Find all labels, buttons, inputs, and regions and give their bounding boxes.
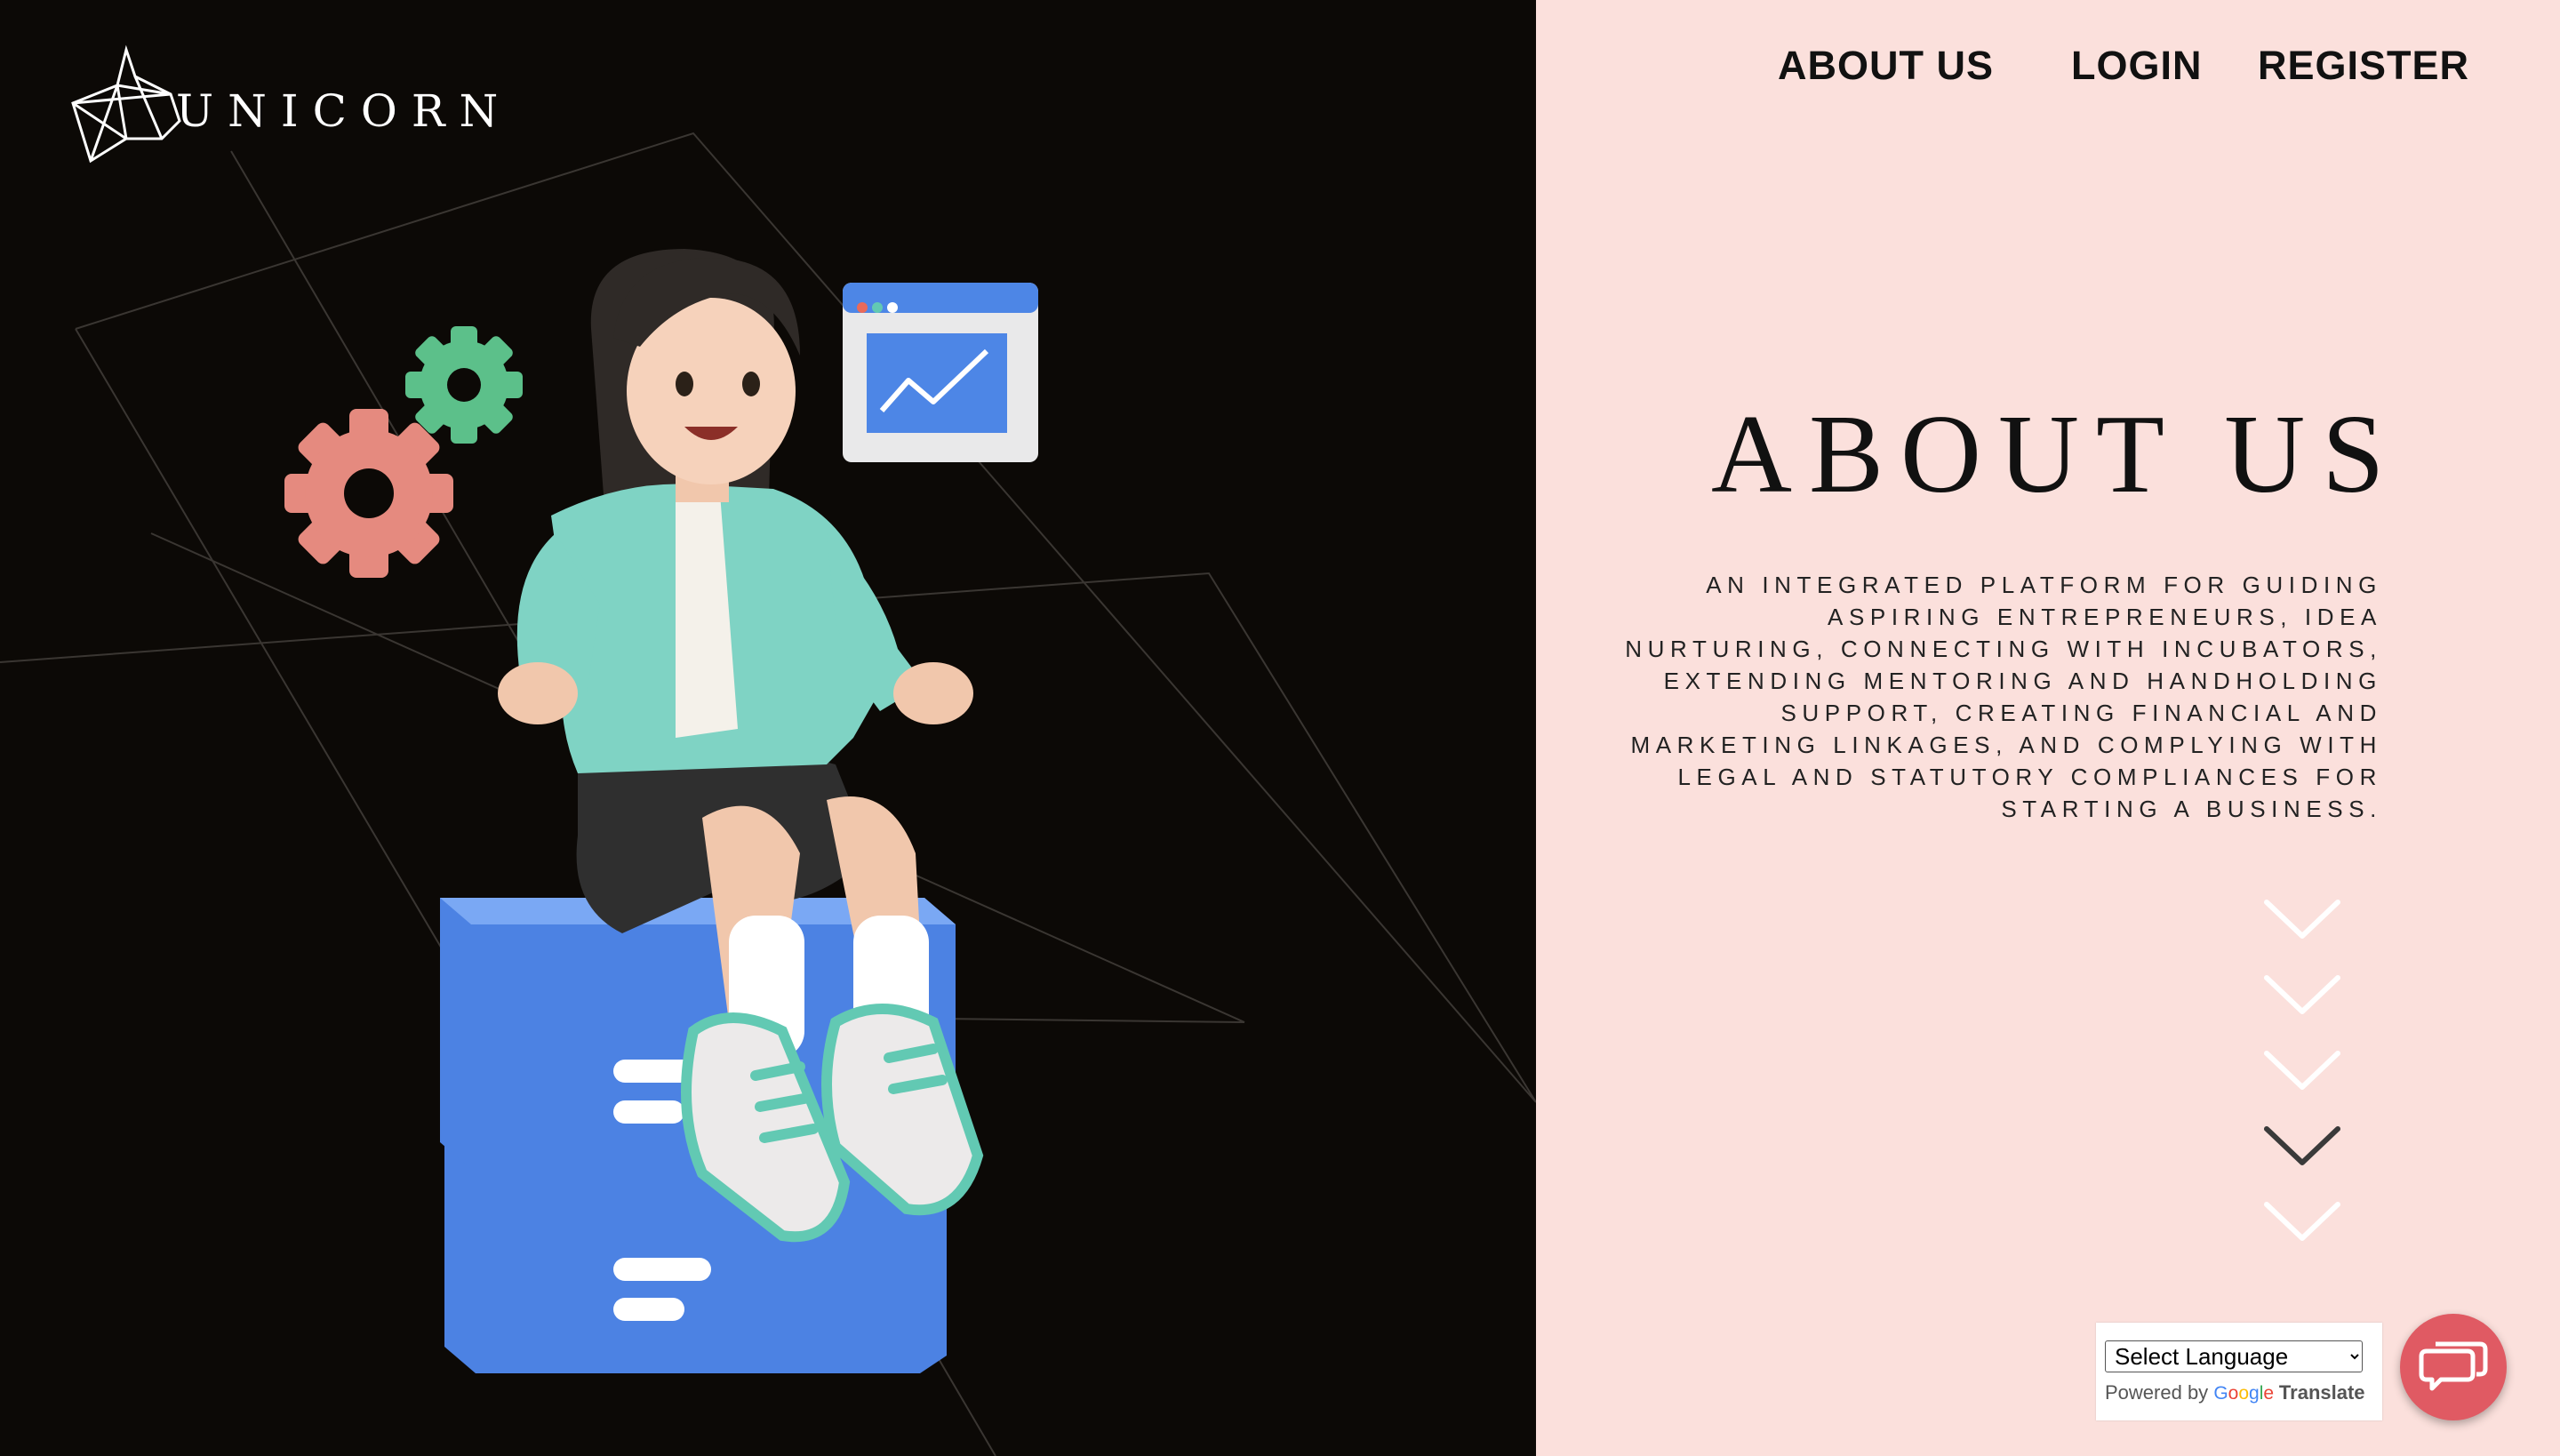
green-gear-icon [405, 326, 523, 444]
pink-gear-icon [284, 409, 453, 578]
nav-about-link[interactable]: ABOUT US [1778, 43, 1994, 89]
hero-illustration [0, 132, 1536, 1456]
translate-label: Translate [2278, 1381, 2365, 1404]
chat-bubbles-icon [2419, 1341, 2488, 1391]
chevron-down-icon [2264, 975, 2340, 1014]
chevron-down-icon [2264, 1051, 2340, 1090]
page-title: ABOUT US [1711, 393, 2402, 516]
google-logo: Google [2213, 1383, 2275, 1404]
about-description: AN INTEGRATED PLATFORM FOR GUIDING ASPIR… [1625, 572, 2382, 822]
scroll-down-indicator[interactable] [2262, 893, 2342, 1249]
translate-widget: Select Language Powered by Google Transl… [2096, 1323, 2382, 1420]
chevron-down-icon [2264, 1202, 2340, 1241]
hero-panel: UNICORN [0, 0, 1536, 1456]
chevron-down-icon [2264, 1126, 2340, 1165]
chat-button[interactable] [2400, 1314, 2507, 1420]
nav-register-link[interactable]: REGISTER [2258, 43, 2469, 89]
chevron-down-icon [2264, 900, 2340, 939]
nav-login-link[interactable]: LOGIN [2071, 43, 2203, 89]
language-select[interactable]: Select Language [2105, 1340, 2363, 1372]
chart-window-icon [843, 283, 1038, 462]
powered-by-label: Powered by [2105, 1381, 2209, 1404]
powered-by-google-translate: Powered by Google Translate [2105, 1381, 2365, 1404]
brand-name: UNICORN [176, 85, 513, 137]
